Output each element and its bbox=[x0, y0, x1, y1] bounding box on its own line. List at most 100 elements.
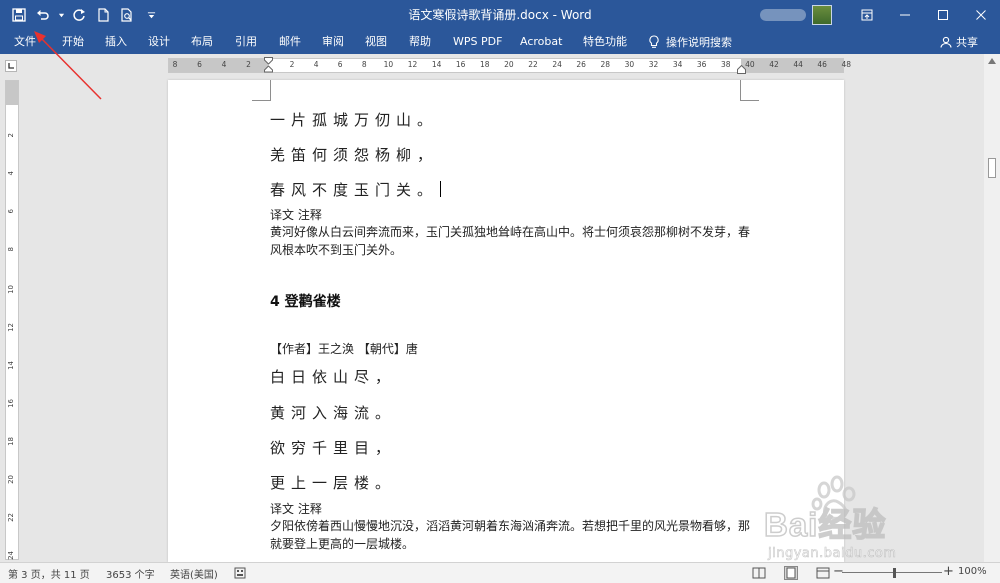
tab-review[interactable]: 审阅 bbox=[322, 30, 344, 54]
ruler-tick-label: 22 bbox=[7, 513, 15, 522]
language-indicator[interactable]: 英语(美国) bbox=[170, 566, 218, 581]
share-label: 共享 bbox=[956, 36, 978, 49]
translation-paragraph: 黄河好像从白云间奔流而来，玉门关孤独地耸峙在高山中。将士何须哀怨那柳树不发芽，春… bbox=[270, 225, 751, 257]
tab-insert[interactable]: 插入 bbox=[105, 30, 127, 54]
tab-view[interactable]: 视图 bbox=[365, 30, 387, 54]
crop-mark bbox=[252, 80, 271, 101]
left-margin-area bbox=[169, 59, 268, 72]
zoom-slider-thumb[interactable] bbox=[893, 568, 896, 578]
page-count[interactable]: 第 3 页，共 11 页 bbox=[8, 566, 90, 581]
minimize-button[interactable] bbox=[886, 0, 924, 30]
tell-me-label: 操作说明搜索 bbox=[666, 36, 732, 49]
tab-help[interactable]: 帮助 bbox=[409, 30, 431, 54]
ribbon-display-options-button[interactable] bbox=[848, 0, 886, 30]
print-layout-icon[interactable] bbox=[784, 566, 798, 580]
ruler-tick-label: 40 bbox=[745, 60, 755, 69]
new-document-button[interactable] bbox=[92, 4, 114, 26]
web-layout-icon[interactable] bbox=[816, 567, 830, 579]
new-document-icon bbox=[98, 8, 109, 22]
poem-line-with-cursor: 春风不度玉门关。 bbox=[270, 179, 442, 200]
section-heading: 4 登鹳雀楼 bbox=[270, 294, 341, 310]
ruler-tick-label: 4 bbox=[313, 60, 319, 69]
status-bar: 第 3 页，共 11 页 3653 个字 英语(美国) − + 100% bbox=[0, 562, 1000, 583]
poem-line: 更上一层楼。 bbox=[270, 474, 397, 492]
close-button[interactable] bbox=[962, 0, 1000, 30]
print-preview-button[interactable] bbox=[116, 4, 138, 26]
print-preview-icon bbox=[121, 8, 132, 22]
chevron-down-icon bbox=[58, 13, 64, 17]
scrollbar-thumb[interactable] bbox=[988, 158, 996, 178]
tab-layout[interactable]: 布局 bbox=[191, 30, 213, 54]
ruler-tick-label: 6 bbox=[337, 60, 343, 69]
tell-me-search[interactable]: 操作说明搜索 bbox=[648, 30, 732, 54]
tab-file[interactable]: 文件 bbox=[14, 30, 36, 54]
note-label: 译文 注释 bbox=[270, 208, 322, 222]
redo-button[interactable] bbox=[68, 4, 90, 26]
ruler-tick-label: 24 bbox=[7, 551, 15, 560]
share-button[interactable]: 共享 bbox=[940, 30, 978, 54]
ruler-tick-label: 16 bbox=[455, 60, 466, 69]
ruler-tick-label: 36 bbox=[696, 60, 707, 69]
tab-mailings[interactable]: 邮件 bbox=[279, 30, 301, 54]
ruler-tick-label: 4 bbox=[221, 60, 227, 69]
save-button[interactable] bbox=[8, 4, 30, 26]
close-icon bbox=[976, 10, 986, 20]
indent-marker-icon[interactable] bbox=[264, 57, 273, 75]
ruler-tick-label: 34 bbox=[672, 60, 683, 69]
right-margin-area bbox=[741, 59, 843, 72]
ribbon-display-icon bbox=[861, 9, 873, 21]
horizontal-ruler[interactable]: 8 6 4 2 2 4 6 8 10 12 14 16 18 20 22 24 26 28 30 32 34 36 38 40… bbox=[168, 57, 851, 75]
undo-icon bbox=[37, 10, 49, 20]
ruler-tick-label: 8 bbox=[172, 60, 178, 69]
ruler-tick-label: 46 bbox=[817, 60, 827, 69]
ruler-tick-label: 2 bbox=[246, 60, 251, 69]
ruler-tick-label: 22 bbox=[528, 60, 538, 69]
poem-line: 一片孤城万仞山。 bbox=[270, 111, 439, 129]
undo-button[interactable] bbox=[32, 4, 54, 26]
word-count[interactable]: 3653 个字 bbox=[106, 566, 155, 581]
macro-record-icon[interactable] bbox=[234, 567, 246, 579]
left-tab-icon bbox=[8, 63, 14, 69]
ruler-tick-label: 2 bbox=[7, 133, 15, 138]
document-page[interactable]: 一片孤城万仞山。 羌笛何须怨杨柳， 春风不度玉门关。 译文 注释 黄河好像从白云… bbox=[168, 80, 844, 562]
ruler-tick-label: 6 bbox=[7, 209, 15, 214]
tab-wps-pdf[interactable]: WPS PDF bbox=[453, 30, 502, 54]
vertical-scrollbar[interactable] bbox=[984, 54, 1000, 562]
ruler-tick-label: 2 bbox=[289, 60, 295, 69]
lightbulb-icon bbox=[649, 35, 659, 48]
zoom-level[interactable]: 100% bbox=[958, 566, 987, 577]
ruler-tick-label: 8 bbox=[7, 247, 15, 252]
tab-selector[interactable] bbox=[0, 54, 24, 78]
right-indent-marker-icon[interactable] bbox=[737, 65, 746, 74]
ruler-tick-label: 28 bbox=[600, 60, 611, 69]
ruler-tick-label: 10 bbox=[7, 285, 15, 294]
ruler-tick-label: 12 bbox=[407, 60, 418, 69]
read-mode-icon[interactable] bbox=[752, 567, 766, 579]
user-avatar[interactable] bbox=[812, 5, 832, 25]
zoom-in-button[interactable]: + bbox=[943, 564, 954, 579]
undo-dropdown[interactable] bbox=[56, 4, 66, 26]
person-icon bbox=[940, 36, 952, 48]
vertical-ruler[interactable]: 2 4 6 8 10 12 14 16 18 20 22 24 bbox=[5, 80, 19, 560]
quick-access-toolbar bbox=[8, 0, 162, 30]
ruler-tick-label: 14 bbox=[431, 60, 442, 69]
maximize-button[interactable] bbox=[924, 0, 962, 30]
tab-acrobat[interactable]: Acrobat bbox=[520, 30, 562, 54]
ruler-tick-label: 26 bbox=[576, 60, 586, 69]
customize-toolbar-button[interactable] bbox=[140, 4, 162, 26]
minimize-icon bbox=[900, 14, 910, 16]
tab-stop-icon bbox=[5, 60, 17, 72]
tab-special-features[interactable]: 特色功能 bbox=[583, 30, 627, 54]
tab-home[interactable]: 开始 bbox=[62, 30, 84, 54]
ruler-tick-label: 44 bbox=[793, 60, 803, 69]
scroll-up-icon[interactable] bbox=[988, 58, 996, 64]
ruler-tick-label: 4 bbox=[7, 171, 15, 176]
ruler-tick-label: 42 bbox=[769, 60, 779, 69]
tab-references[interactable]: 引用 bbox=[235, 30, 257, 54]
ruler-tick-label: 18 bbox=[7, 437, 15, 446]
account-name-blurred bbox=[760, 9, 806, 21]
zoom-slider[interactable] bbox=[842, 572, 942, 573]
tab-design[interactable]: 设计 bbox=[148, 30, 170, 54]
poem-line: 羌笛何须怨杨柳， bbox=[270, 146, 439, 164]
ruler-tick-label: 38 bbox=[721, 60, 731, 69]
